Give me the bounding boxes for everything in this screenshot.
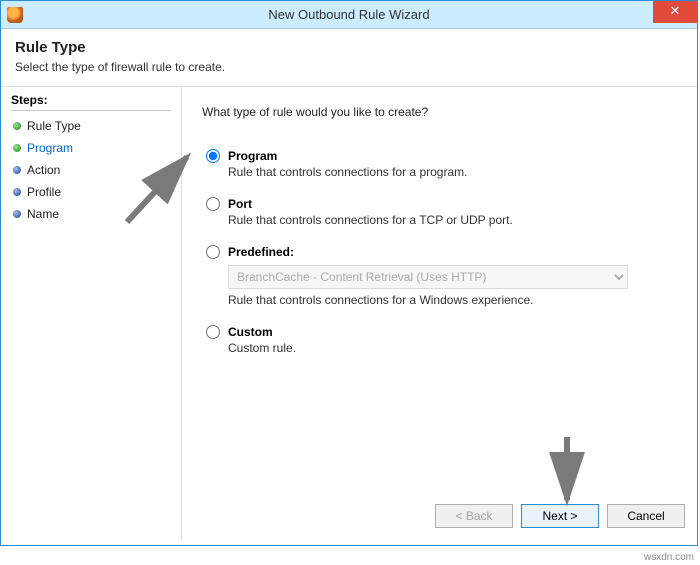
bullet-icon (13, 122, 21, 130)
radio-program[interactable] (206, 149, 220, 163)
option-desc: Rule that controls connections for a Win… (228, 293, 677, 307)
radio-port[interactable] (206, 197, 220, 211)
wizard-window: New Outbound Rule Wizard ✕ Rule Type Sel… (0, 0, 698, 546)
option-label: Program (228, 149, 277, 163)
firewall-icon (7, 7, 23, 23)
content-pane: What type of rule would you like to crea… (181, 87, 697, 540)
step-label: Action (27, 163, 60, 177)
bullet-icon (13, 144, 21, 152)
step-label: Profile (27, 185, 61, 199)
next-button[interactable]: Next > (521, 504, 599, 528)
option-predefined: Predefined: BranchCache - Content Retrie… (202, 245, 677, 307)
step-name[interactable]: Name (11, 203, 171, 225)
radio-custom[interactable] (206, 325, 220, 339)
radio-predefined[interactable] (206, 245, 220, 259)
step-action[interactable]: Action (11, 159, 171, 181)
step-program[interactable]: Program (11, 137, 171, 159)
steps-sidebar: Steps: Rule Type Program Action Profile … (1, 87, 181, 540)
watermark: wsxdn.com (644, 552, 694, 563)
option-label: Custom (228, 325, 273, 339)
footer-buttons: < Back Next > Cancel (435, 504, 685, 528)
option-label: Port (228, 197, 252, 211)
step-label: Name (27, 207, 59, 221)
cancel-button[interactable]: Cancel (607, 504, 685, 528)
option-desc: Custom rule. (228, 341, 677, 355)
option-desc: Rule that controls connections for a pro… (228, 165, 677, 179)
titlebar: New Outbound Rule Wizard ✕ (1, 1, 697, 29)
page-subtitle: Select the type of firewall rule to crea… (15, 60, 683, 74)
bullet-icon (13, 188, 21, 196)
option-desc: Rule that controls connections for a TCP… (228, 213, 677, 227)
predefined-select[interactable]: BranchCache - Content Retrieval (Uses HT… (228, 265, 628, 289)
bullet-icon (13, 210, 21, 218)
option-port: Port Rule that controls connections for … (202, 197, 677, 227)
header: Rule Type Select the type of firewall ru… (1, 29, 697, 86)
step-label: Program (27, 141, 73, 155)
annotation-arrow-icon (547, 432, 587, 512)
step-profile[interactable]: Profile (11, 181, 171, 203)
bullet-icon (13, 166, 21, 174)
option-program: Program Rule that controls connections f… (202, 149, 677, 179)
window-title: New Outbound Rule Wizard (1, 7, 697, 22)
close-button[interactable]: ✕ (653, 1, 697, 23)
option-custom: Custom Custom rule. (202, 325, 677, 355)
steps-heading: Steps: (11, 93, 171, 111)
page-title: Rule Type (15, 39, 683, 56)
option-label: Predefined: (228, 245, 294, 259)
step-label: Rule Type (27, 119, 81, 133)
step-rule-type[interactable]: Rule Type (11, 115, 171, 137)
back-button: < Back (435, 504, 513, 528)
rule-type-question: What type of rule would you like to crea… (202, 105, 677, 119)
